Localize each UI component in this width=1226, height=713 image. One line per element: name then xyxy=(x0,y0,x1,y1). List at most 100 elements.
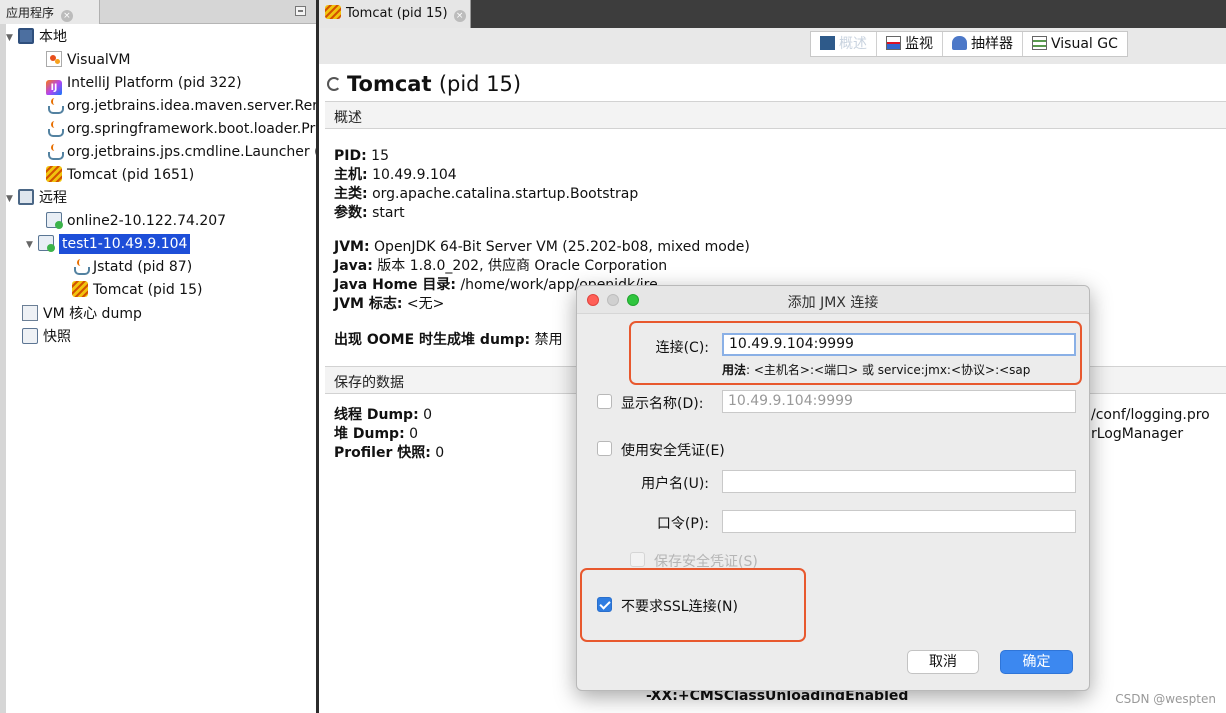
visual-gc-icon xyxy=(1032,36,1047,50)
applications-tab[interactable]: 应用程序 × xyxy=(0,0,100,24)
tree-item-label: online2-10.122.74.207 xyxy=(67,213,227,229)
tree-item-tomcat-remote[interactable]: Tomcat (pid 15) xyxy=(72,279,202,302)
tree-item-jstatd[interactable]: Jstatd (pid 87) xyxy=(72,256,192,279)
host-icon xyxy=(46,212,63,229)
display-name-checkbox[interactable] xyxy=(597,394,612,409)
remote-icon xyxy=(18,189,34,205)
tree-item-label: Tomcat (pid 15) xyxy=(93,282,203,298)
sampler-icon xyxy=(952,36,967,50)
view-toolbar: 概述 监视 抽样器 Visual GC xyxy=(319,28,1226,64)
tree-item-label: Jstatd (pid 87) xyxy=(93,259,193,275)
tree-item-tomcat-local[interactable]: Tomcat (pid 1651) xyxy=(46,164,194,187)
connection-input[interactable]: 10.49.9.104:9999 xyxy=(722,333,1076,356)
java-icon xyxy=(46,97,64,114)
tab-label: 概述 xyxy=(839,36,867,52)
tree-node-vm-dump[interactable]: VM 核心 dump xyxy=(22,303,142,326)
info-host: 主机: 10.49.9.104 xyxy=(334,167,457,183)
tree-item-intellij[interactable]: IJ IntelliJ Platform (pid 322) xyxy=(46,72,242,95)
tomcat-icon xyxy=(72,281,88,297)
close-icon[interactable]: × xyxy=(453,10,466,22)
no-ssl-label: 不要求SSL连接(N) xyxy=(621,599,738,615)
watermark: CSDN @wespten xyxy=(1115,692,1216,706)
tab-overview[interactable]: 概述 xyxy=(811,32,877,56)
applications-tabbar: 应用程序 × xyxy=(0,0,316,24)
tomcat-icon xyxy=(325,5,341,19)
java-icon xyxy=(46,120,64,137)
loading-spinner-icon xyxy=(327,77,341,91)
tab-visual-gc[interactable]: Visual GC xyxy=(1023,32,1127,56)
title-name: Tomcat xyxy=(347,72,432,96)
tree-item-host-test1[interactable]: ▼ test1-10.49.9.104 xyxy=(26,233,191,256)
tree-item-springboot[interactable]: org.springframework.boot.loader.Pr xyxy=(46,118,316,141)
applications-tab-label: 应用程序 xyxy=(6,6,55,20)
usage-hint: 用法: <主机名>:<端口> 或 service:jmx:<协议>:<sap xyxy=(722,363,1031,377)
tree-item-jps-launcher[interactable]: org.jetbrains.jps.cmdline.Launcher ( xyxy=(46,141,316,164)
saved-heap-dump: 堆 Dump: 0 xyxy=(334,426,419,442)
display-name-input[interactable]: 10.49.9.104:9999 xyxy=(722,390,1076,413)
computer-icon xyxy=(18,28,34,44)
close-icon[interactable]: × xyxy=(60,10,73,22)
tree-item-maven-server[interactable]: org.jetbrains.idea.maven.server.Rer xyxy=(46,95,316,118)
info-oome: 出现 OOME 时生成堆 dump: 禁用 xyxy=(334,332,563,348)
tree-node-local[interactable]: ▼ 本地 xyxy=(6,26,67,49)
saved-thread-dump: 线程 Dump: 0 xyxy=(334,407,433,423)
tree-item-label: org.jetbrains.jps.cmdline.Launcher ( xyxy=(67,144,316,160)
cancel-button[interactable]: 取消 xyxy=(907,650,979,674)
tree-item-label: VisualVM xyxy=(67,52,131,68)
section-overview[interactable]: 概述 xyxy=(325,101,1226,129)
left-frame xyxy=(0,24,6,713)
page-title: Tomcat (pid 15) xyxy=(327,72,521,96)
info-args: 参数: start xyxy=(334,205,405,221)
expand-arrow-icon[interactable]: ▼ xyxy=(26,234,38,256)
tree-item-label: org.springframework.boot.loader.Pr xyxy=(67,121,316,137)
document-tabbar: Tomcat (pid 15) × xyxy=(319,0,1226,28)
host-icon xyxy=(38,235,55,252)
tree-node-label: 快照 xyxy=(43,329,71,345)
java-icon xyxy=(72,258,90,275)
password-input[interactable] xyxy=(722,510,1076,533)
tomcat-icon xyxy=(46,166,62,182)
username-input[interactable] xyxy=(722,470,1076,493)
tree-item-label: IntelliJ Platform (pid 322) xyxy=(67,75,242,91)
tree-node-label: 本地 xyxy=(39,29,67,45)
tab-label: 监视 xyxy=(905,36,933,52)
tree-node-snapshots[interactable]: 快照 xyxy=(22,326,71,349)
minimize-icon[interactable] xyxy=(295,6,306,16)
title-pid: (pid 15) xyxy=(438,72,522,96)
tree-item-visualvm[interactable]: VisualVM xyxy=(46,49,130,72)
save-credentials-checkbox[interactable] xyxy=(630,552,645,567)
info-main-class: 主类: org.apache.catalina.startup.Bootstra… xyxy=(334,186,639,202)
tab-monitor[interactable]: 监视 xyxy=(877,32,943,56)
visualvm-icon xyxy=(46,51,62,67)
tab-label: Tomcat (pid 15) xyxy=(346,6,448,21)
dialog-titlebar[interactable]: 添加 JMX 连接 xyxy=(577,286,1089,314)
core-dump-icon xyxy=(22,305,38,321)
tree-node-label: 远程 xyxy=(39,190,67,206)
info-java: Java: 版本 1.8.0_202, 供应商 Oracle Corporati… xyxy=(334,258,668,274)
expand-arrow-icon[interactable]: ▼ xyxy=(6,27,18,49)
saved-profiler-snapshot: Profiler 快照: 0 xyxy=(334,445,445,461)
use-credentials-checkbox[interactable] xyxy=(597,441,612,456)
ok-button[interactable]: 确定 xyxy=(1000,650,1073,674)
snapshot-icon xyxy=(22,328,38,344)
expand-arrow-icon[interactable]: ▼ xyxy=(6,188,18,210)
connection-label: 连接(C): xyxy=(655,340,709,356)
no-ssl-checkbox[interactable] xyxy=(597,597,612,612)
tab-label: 抽样器 xyxy=(971,36,1013,52)
view-tabs: 概述 监视 抽样器 Visual GC xyxy=(810,31,1128,57)
display-name-label: 显示名称(D): xyxy=(621,396,704,412)
jvm-arg-clip-1: /conf/logging.pro xyxy=(1091,407,1210,423)
saved-data: 线程 Dump: 0 堆 Dump: 0 Profiler 快照: 0 xyxy=(334,406,444,463)
use-credentials-label: 使用安全凭证(E) xyxy=(621,443,725,459)
overview-icon xyxy=(820,36,835,50)
jvm-arg-clip-2: rLogManager xyxy=(1091,426,1184,442)
tree-item-host-online2[interactable]: online2-10.122.74.207 xyxy=(46,210,226,233)
java-icon xyxy=(46,143,64,160)
add-jmx-connection-dialog: 添加 JMX 连接 连接(C): 10.49.9.104:9999 用法: <主… xyxy=(576,285,1090,691)
section-title: 保存的数据 xyxy=(334,375,404,391)
intellij-icon: IJ xyxy=(46,80,62,95)
tab-label: Visual GC xyxy=(1051,36,1118,52)
tree-node-remote[interactable]: ▼ 远程 xyxy=(6,187,67,210)
tab-sampler[interactable]: 抽样器 xyxy=(943,32,1023,56)
tab-tomcat-pid-15[interactable]: Tomcat (pid 15) × xyxy=(319,0,471,28)
